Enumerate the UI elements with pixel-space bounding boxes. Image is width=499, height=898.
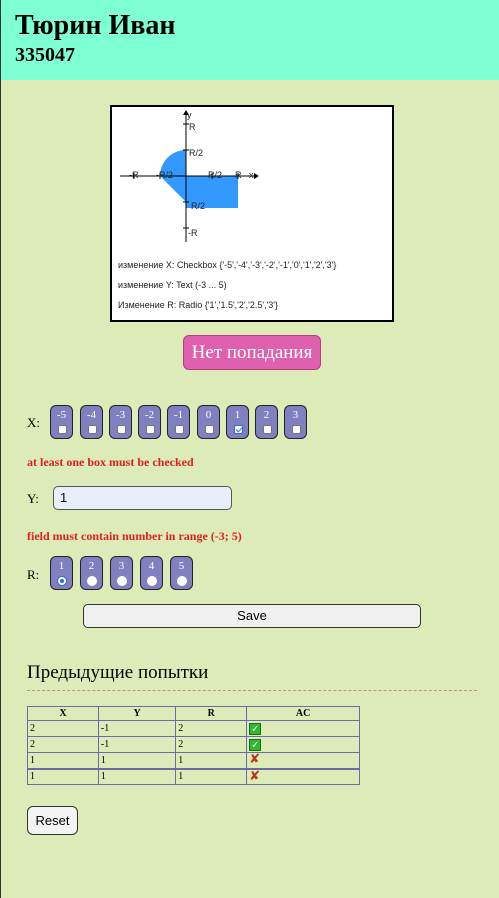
check-icon: ✓ <box>249 738 262 751</box>
x-option-label: 2 <box>263 409 270 421</box>
table-row: 2 -1 2 ✓ <box>27 736 360 753</box>
x-label: X: <box>27 415 40 430</box>
y-input[interactable]: 1 <box>53 486 232 510</box>
y-label: Y: <box>27 491 39 506</box>
reset-button[interactable]: Reset <box>27 806 78 835</box>
student-name: Тюрин Иван <box>15 10 176 41</box>
r-option-1[interactable]: 1 <box>50 556 73 590</box>
history-title: Предыдущие попытки <box>27 662 209 683</box>
cell-r: 2 <box>175 720 248 737</box>
x-option-label: -2 <box>144 409 155 421</box>
divider <box>27 690 477 691</box>
x-option-label: 3 <box>292 409 299 421</box>
history-table: X Y R AC 2 -1 2 ✓ 2 -1 2 ✓ 1 1 1 ✘ 1 1 1… <box>27 706 360 785</box>
x-option-0[interactable]: 0 <box>197 405 220 439</box>
r-option-label: 3 <box>118 560 125 572</box>
x-option-1[interactable]: 1 <box>226 405 249 439</box>
cell-r: 2 <box>175 736 248 753</box>
hint-y: изменение Y: Text (-3 ... 5) <box>118 280 227 290</box>
tick-r-half-right: R/2 <box>208 170 223 180</box>
r-option-5[interactable]: 5 <box>170 556 193 590</box>
r-label: R: <box>27 567 40 582</box>
cross-icon: ✘ <box>249 768 261 784</box>
checkbox[interactable] <box>88 425 97 434</box>
x-option-label: -5 <box>56 409 67 421</box>
table-row: 2 -1 2 ✓ <box>27 720 360 737</box>
radio[interactable] <box>177 576 187 586</box>
x-axis-label: x <box>249 170 254 180</box>
x-option-neg2[interactable]: -2 <box>138 405 161 439</box>
checkbox[interactable] <box>205 425 214 434</box>
cell-x: 2 <box>27 736 99 753</box>
x-option-2[interactable]: 2 <box>255 405 278 439</box>
x-option-neg4[interactable]: -4 <box>80 405 103 439</box>
cell-x: 1 <box>27 767 99 785</box>
r-option-3[interactable]: 3 <box>110 556 133 590</box>
r-option-label: 1 <box>58 560 65 572</box>
save-button[interactable]: Save <box>83 604 421 628</box>
checkbox[interactable] <box>175 425 184 434</box>
r-option-label: 2 <box>88 560 95 572</box>
r-option-4[interactable]: 4 <box>140 556 163 590</box>
x-option-label: -4 <box>86 409 97 421</box>
col-x: X <box>27 706 99 721</box>
table-row: 1 1 1 ✘ <box>27 767 360 785</box>
x-error: at least one box must be checked <box>27 455 194 469</box>
tick-neg-r-half-left: -R/2 <box>156 170 174 180</box>
checkbox-checked[interactable] <box>234 425 243 434</box>
radio-selected[interactable] <box>57 576 67 586</box>
hint-r: Изменение R: Radio {'1','1.5','2','2.5',… <box>118 300 279 310</box>
col-r: R <box>175 706 248 721</box>
cell-x: 2 <box>27 720 99 737</box>
y-axis-label: y <box>187 110 192 120</box>
cell-y: 1 <box>97 752 177 769</box>
x-option-3[interactable]: 3 <box>284 405 307 439</box>
tick-neg-r-bottom: -R <box>188 228 198 238</box>
x-option-label: 0 <box>205 409 212 421</box>
tick-r-right: R <box>235 170 242 180</box>
check-icon: ✓ <box>249 722 262 735</box>
checkbox[interactable] <box>58 425 67 434</box>
x-option-neg5[interactable]: -5 <box>50 405 73 439</box>
tick-r-top: R <box>189 122 196 132</box>
cell-y: -1 <box>97 736 177 753</box>
checkbox[interactable] <box>263 425 272 434</box>
area-plot[interactable]: y x R R/2 R/2 -R -R -R/2 R/2 R изменение… <box>110 105 394 322</box>
r-option-2[interactable]: 2 <box>80 556 103 590</box>
col-y: Y <box>97 706 177 721</box>
hit-result-button[interactable]: Нет попадания <box>183 335 321 370</box>
header: Тюрин Иван 335047 <box>1 0 499 80</box>
x-option-neg1[interactable]: -1 <box>167 405 190 439</box>
checkbox[interactable] <box>117 425 126 434</box>
x-option-neg3[interactable]: -3 <box>109 405 132 439</box>
checkbox[interactable] <box>146 425 155 434</box>
y-error: field must contain number in range (-3; … <box>27 529 242 543</box>
checkbox[interactable] <box>292 425 301 434</box>
col-ac: AC <box>246 706 360 721</box>
cell-y: 1 <box>97 767 177 785</box>
cell-y: -1 <box>97 720 177 737</box>
tick-r-half-bottom: R/2 <box>191 201 206 211</box>
radio[interactable] <box>147 576 157 586</box>
cell-r: 1 <box>175 752 248 769</box>
table-header-row: X Y R AC <box>27 706 360 721</box>
radio[interactable] <box>117 576 127 586</box>
x-option-label: -3 <box>115 409 126 421</box>
cell-r: 1 <box>175 767 248 785</box>
tick-neg-r-left: -R <box>129 170 139 180</box>
table-row: 1 1 1 ✘ <box>27 752 360 769</box>
student-id: 335047 <box>15 44 75 66</box>
hint-x: изменение X: Checkbox {'-5','-4','-3','-… <box>118 260 337 270</box>
x-option-label: 1 <box>234 409 241 421</box>
r-option-label: 5 <box>178 560 185 572</box>
x-option-label: -1 <box>173 409 184 421</box>
cross-icon: ✘ <box>249 752 261 768</box>
r-option-label: 4 <box>148 560 155 572</box>
tick-r-half-top: R/2 <box>189 148 204 158</box>
radio[interactable] <box>87 576 97 586</box>
cell-x: 1 <box>27 752 99 769</box>
